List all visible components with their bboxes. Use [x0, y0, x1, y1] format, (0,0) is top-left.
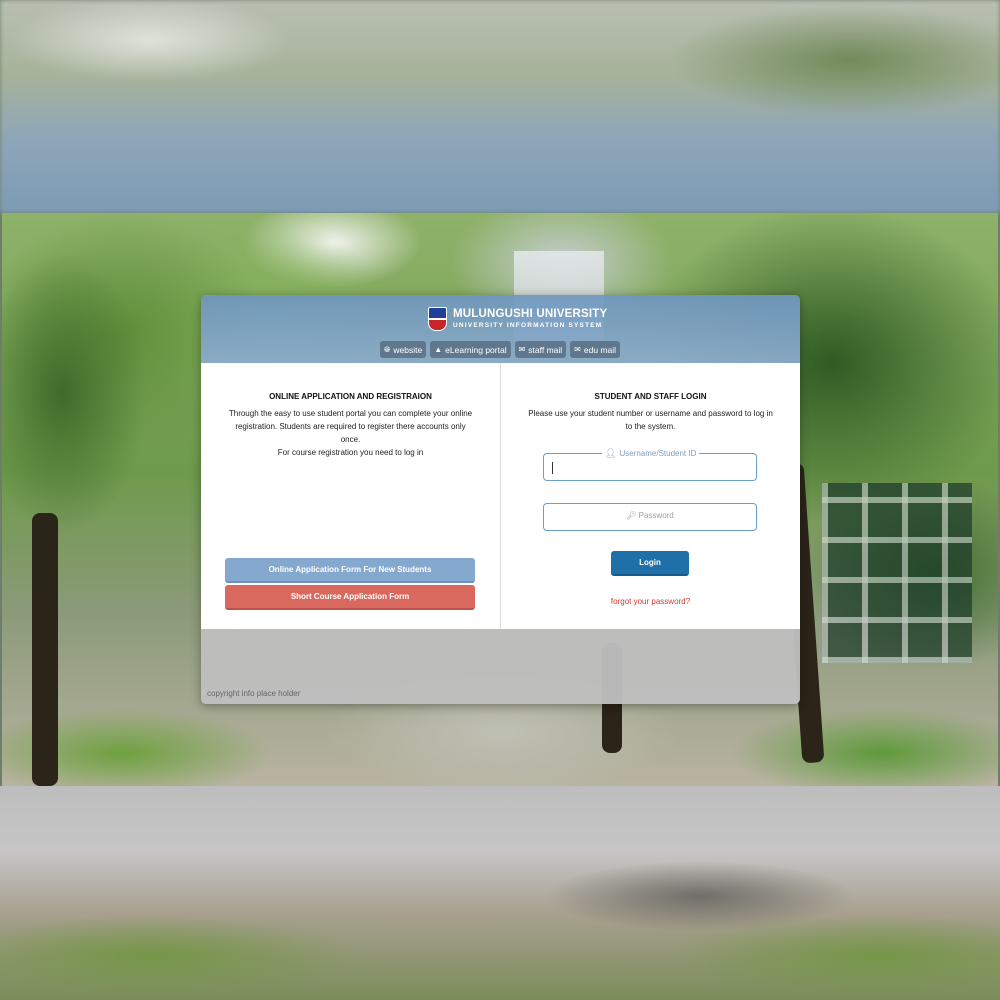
password-field[interactable]: 🔑︎ Password	[543, 503, 757, 531]
application-description: Through the easy to use student portal y…	[228, 409, 473, 444]
system-name: UNIVERSITY INFORMATION SYSTEM	[453, 321, 603, 329]
login-button[interactable]: Login	[611, 551, 689, 576]
application-section: ONLINE APPLICATION AND REGISTRAION Throu…	[201, 363, 501, 629]
university-crest-icon	[428, 307, 447, 331]
username-field[interactable]: 👤︎ Username/Student ID	[543, 448, 757, 481]
user-icon: 👤︎	[605, 448, 617, 458]
text-cursor	[552, 462, 553, 474]
card-footer: copyright info place holder	[201, 629, 800, 704]
new-students-application-button[interactable]: Online Application Form For New Students	[225, 558, 475, 583]
username-label: 👤︎ Username/Student ID	[602, 448, 700, 459]
username-label-text: Username/Student ID	[619, 449, 697, 458]
globe-icon: 🌐︎	[384, 344, 391, 354]
tree-trunk	[32, 513, 58, 786]
envelope-icon: ✉	[574, 345, 581, 354]
nav-link-label: edu mail	[583, 344, 616, 355]
envelope-icon: ✉	[518, 345, 526, 354]
card-body: ONLINE APPLICATION AND REGISTRAION Throu…	[201, 363, 800, 629]
forgot-password-link[interactable]: forgot your password?	[501, 597, 800, 606]
university-logo: MULUNGUSHI UNIVERSITY UNIVERSITY INFORMA…	[428, 307, 607, 331]
password-placeholder-text: Password	[638, 511, 674, 520]
short-course-application-button[interactable]: Short Course Application Form	[225, 585, 475, 610]
application-title: ONLINE APPLICATION AND REGISTRAION	[269, 392, 432, 401]
university-name: MULUNGUSHI UNIVERSITY	[453, 308, 608, 320]
blurred-background-bottom	[0, 786, 1000, 1000]
login-section: STUDENT AND STAFF LOGIN Please use your …	[501, 363, 800, 629]
nav-link-label: website	[393, 344, 423, 355]
login-description: Please use your student number or userna…	[528, 409, 773, 431]
graduation-cap-icon: ▲	[434, 345, 443, 354]
header-nav: 🌐︎ website ▲ eLearning portal ✉ staff ma…	[380, 341, 620, 358]
login-title: STUDENT AND STAFF LOGIN	[594, 392, 707, 401]
login-card: MULUNGUSHI UNIVERSITY UNIVERSITY INFORMA…	[201, 295, 800, 704]
nav-link-elearning[interactable]: ▲ eLearning portal	[430, 341, 511, 358]
nav-link-website[interactable]: 🌐︎ website	[380, 341, 427, 358]
application-note: For course registration you need to log …	[277, 448, 424, 457]
password-placeholder: 🔑︎ Password	[544, 511, 756, 520]
nav-link-edu-mail[interactable]: ✉ edu mail	[570, 341, 620, 358]
background-building-windows	[822, 483, 972, 663]
copyright-text: copyright info place holder	[207, 689, 301, 698]
blurred-background-top	[0, 0, 1000, 213]
card-header: MULUNGUSHI UNIVERSITY UNIVERSITY INFORMA…	[201, 295, 800, 363]
key-icon: 🔑︎	[626, 511, 637, 520]
nav-link-staff-mail[interactable]: ✉ staff mail	[514, 341, 567, 358]
nav-link-label: staff mail	[528, 344, 563, 355]
nav-link-label: eLearning portal	[445, 344, 507, 355]
